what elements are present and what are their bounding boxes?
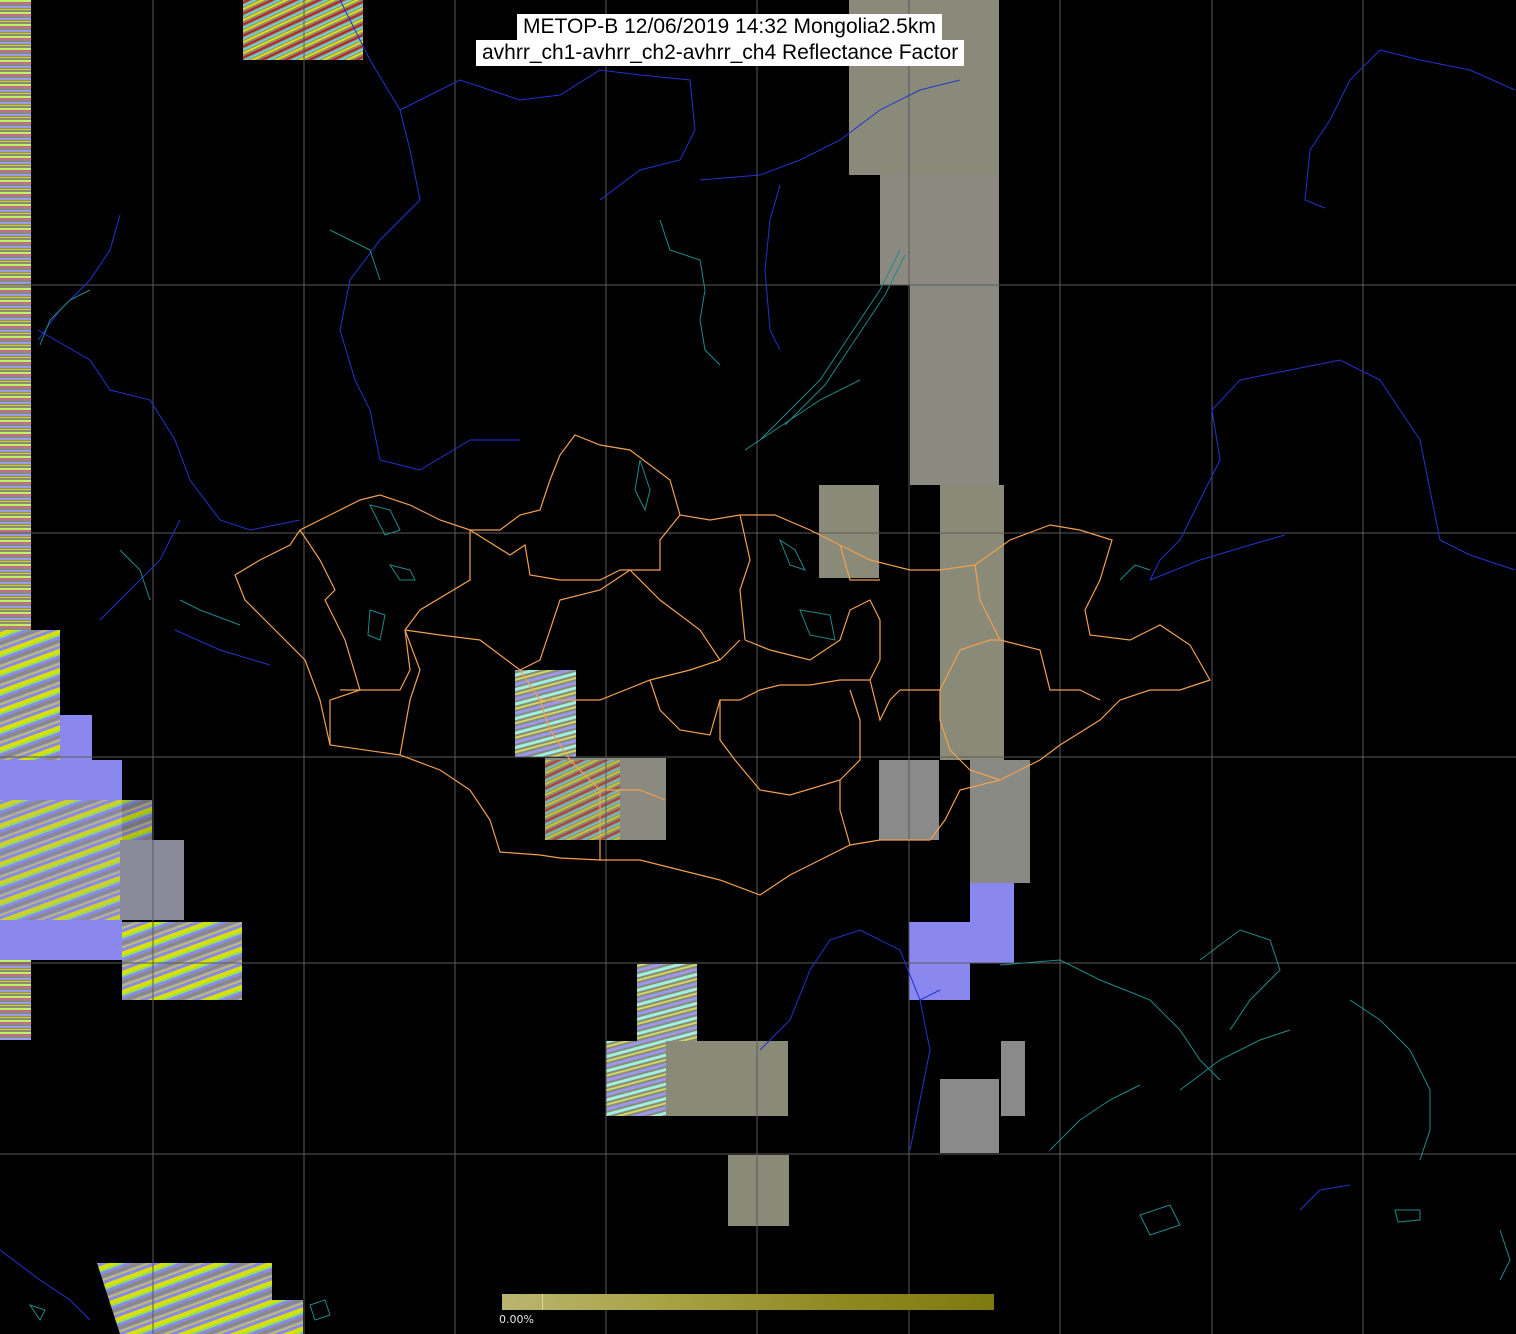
color-scale-label: 0.00% xyxy=(499,1313,534,1326)
rivers-minor xyxy=(119,229,861,641)
swath-tile xyxy=(940,1079,999,1153)
swath-tile xyxy=(970,883,1014,963)
satellite-map xyxy=(0,0,1516,1334)
swath-tile xyxy=(940,485,1004,760)
swath-tile xyxy=(819,485,879,578)
swath-tile xyxy=(1001,1041,1025,1116)
swath-tile xyxy=(97,1263,303,1334)
swath-tile xyxy=(120,840,184,920)
swath-tile xyxy=(515,670,576,757)
color-scale-bar xyxy=(502,1294,994,1310)
graticule xyxy=(0,0,1516,1334)
swath-tile xyxy=(910,285,999,485)
swath-tile xyxy=(606,1041,666,1116)
swath-tile xyxy=(0,630,60,770)
swath-tile xyxy=(637,964,697,1042)
swath-tile xyxy=(970,760,1030,883)
admin-borders xyxy=(234,434,1211,896)
swath-tile xyxy=(122,922,242,1000)
color-scale-tick xyxy=(542,1294,543,1310)
swath-tile xyxy=(909,922,970,1000)
map-title-line-1: METOP-B 12/06/2019 14:32 Mongolia2.5km xyxy=(517,14,942,40)
swath-tile xyxy=(728,1155,789,1226)
swath-tile xyxy=(60,715,92,760)
map-title-line-2: avhrr_ch1-avhrr_ch2-avhrr_ch4 Reflectanc… xyxy=(476,40,965,66)
